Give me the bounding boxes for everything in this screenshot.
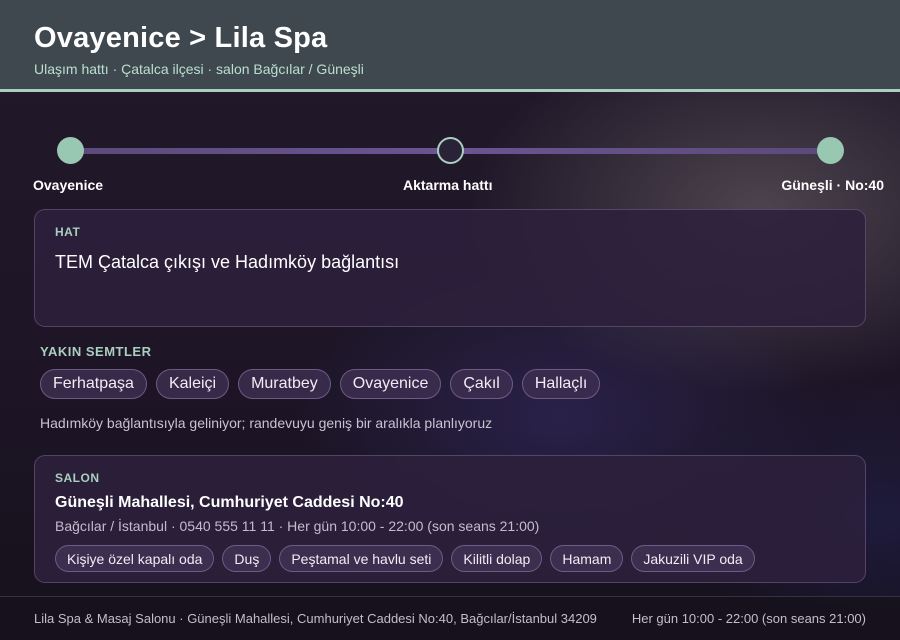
footer-address: Lila Spa & Masaj Salonu · Güneşli Mahall… [34, 611, 597, 626]
route-progress: Ovayenice Aktarma hattı Güneşli · No:40 [0, 120, 900, 200]
nearby-chip[interactable]: Ovayenice [339, 369, 442, 399]
page-subtitle: Ulaşım hattı · Çatalca ilçesi · salon Ba… [34, 61, 364, 77]
nearby-chip[interactable]: Kaleiçi [155, 369, 230, 399]
nearby-label: YAKIN SEMTLER [40, 344, 152, 359]
line-card-value: TEM Çatalca çıkışı ve Hadımköy bağlantıs… [55, 252, 400, 272]
nearby-chip[interactable]: Çakıl [450, 369, 513, 399]
route-stop-transfer-label: Aktarma hattı [403, 177, 493, 193]
salon-amenities: Kişiye özel kapalı oda Duş Peştamal ve h… [55, 545, 845, 572]
amenity-chip: Peştamal ve havlu seti [279, 545, 444, 572]
route-stop-start-label: Ovayenice [33, 177, 104, 193]
nearby-chip[interactable]: Hallaçlı [521, 369, 601, 399]
page-header: Ovayenice > Lila Spa Ulaşım hattı · Çata… [0, 0, 900, 92]
salon-meta: Bağcılar / İstanbul · 0540 555 11 11 · H… [55, 518, 540, 534]
line-card: HAT TEM Çatalca çıkışı ve Hadımköy bağla… [34, 209, 866, 327]
amenity-chip: Duş [222, 545, 272, 572]
page-footer: Lila Spa & Masaj Salonu · Güneşli Mahall… [0, 596, 900, 640]
page-title: Ovayenice > Lila Spa [34, 22, 328, 54]
salon-card-label: SALON [55, 471, 100, 485]
route-stop-transfer-marker [437, 137, 464, 164]
amenity-chip: Kişiye özel kapalı oda [55, 545, 215, 572]
nearby-chip[interactable]: Ferhatpaşa [40, 369, 147, 399]
amenity-chip: Jakuzili VIP oda [631, 545, 755, 572]
route-stop-end-marker [817, 137, 844, 164]
salon-address: Güneşli Mahallesi, Cumhuriyet Caddesi No… [55, 494, 404, 511]
footer-hours: Her gün 10:00 - 22:00 (son seans 21:00) [631, 611, 866, 626]
route-stop-end-label: Güneşli · No:40 [781, 177, 884, 193]
salon-card: SALON Güneşli Mahallesi, Cumhuriyet Cadd… [34, 455, 866, 583]
amenity-chip: Hamam [550, 545, 624, 572]
amenity-chip: Kilitli dolap [451, 545, 543, 572]
nearby-chips: Ferhatpaşa Kaleiçi Muratbey Ovayenice Ça… [40, 369, 601, 399]
route-stop-start-marker [57, 137, 84, 164]
nearby-chip[interactable]: Muratbey [238, 369, 331, 399]
line-card-label: HAT [55, 225, 81, 239]
nearby-note: Hadımköy bağlantısıyla geliniyor; randev… [40, 415, 493, 431]
